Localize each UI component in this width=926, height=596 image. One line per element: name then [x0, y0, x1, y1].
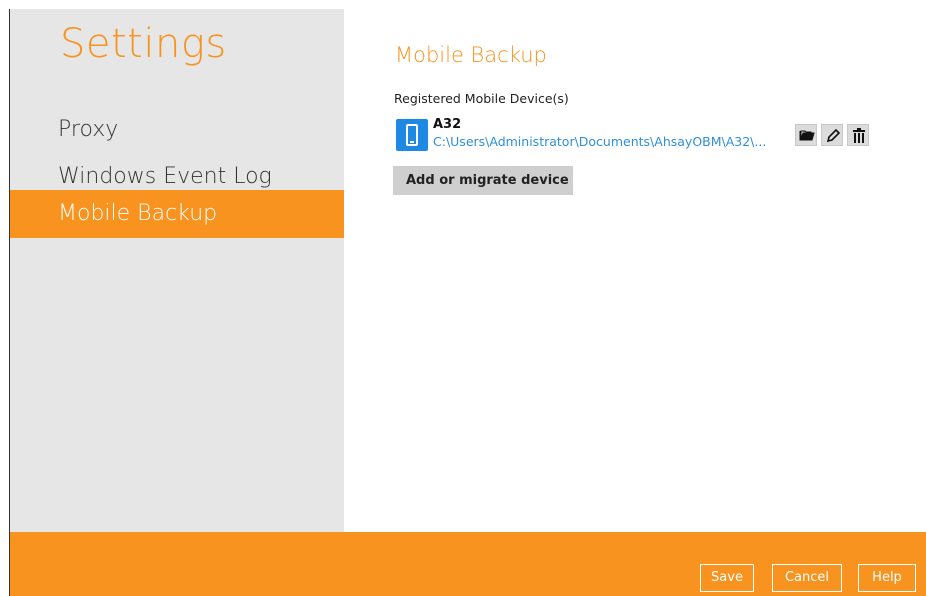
- registered-devices-label: Registered Mobile Device(s): [394, 91, 569, 106]
- help-button[interactable]: Help: [858, 564, 916, 592]
- cancel-button[interactable]: Cancel: [772, 564, 842, 592]
- delete-button[interactable]: [847, 124, 869, 146]
- trash-icon: [853, 128, 865, 143]
- sidebar-item-proxy[interactable]: Proxy: [10, 106, 344, 154]
- device-path-link[interactable]: C:\Users\Administrator\Documents\AhsayOB…: [433, 134, 766, 149]
- footer-bar: Save Cancel Help: [10, 532, 926, 596]
- open-folder-button[interactable]: [795, 124, 817, 146]
- add-or-migrate-device-button[interactable]: Add or migrate device: [393, 166, 573, 195]
- folder-open-icon: [799, 130, 815, 141]
- edit-button[interactable]: [821, 124, 843, 146]
- save-button[interactable]: Save: [700, 564, 754, 592]
- pencil-icon: [826, 128, 841, 143]
- mobile-phone-icon: [396, 119, 428, 151]
- sidebar-title: Settings: [60, 21, 227, 67]
- sidebar: Settings Proxy Windows Event Log Mobile …: [10, 9, 344, 532]
- sidebar-item-mobile-backup[interactable]: Mobile Backup: [10, 190, 344, 238]
- page-title: Mobile Backup: [395, 43, 547, 67]
- settings-window: Settings Proxy Windows Event Log Mobile …: [9, 9, 926, 596]
- device-name: A32: [433, 117, 462, 132]
- main-panel: Mobile Backup Registered Mobile Device(s…: [344, 9, 926, 532]
